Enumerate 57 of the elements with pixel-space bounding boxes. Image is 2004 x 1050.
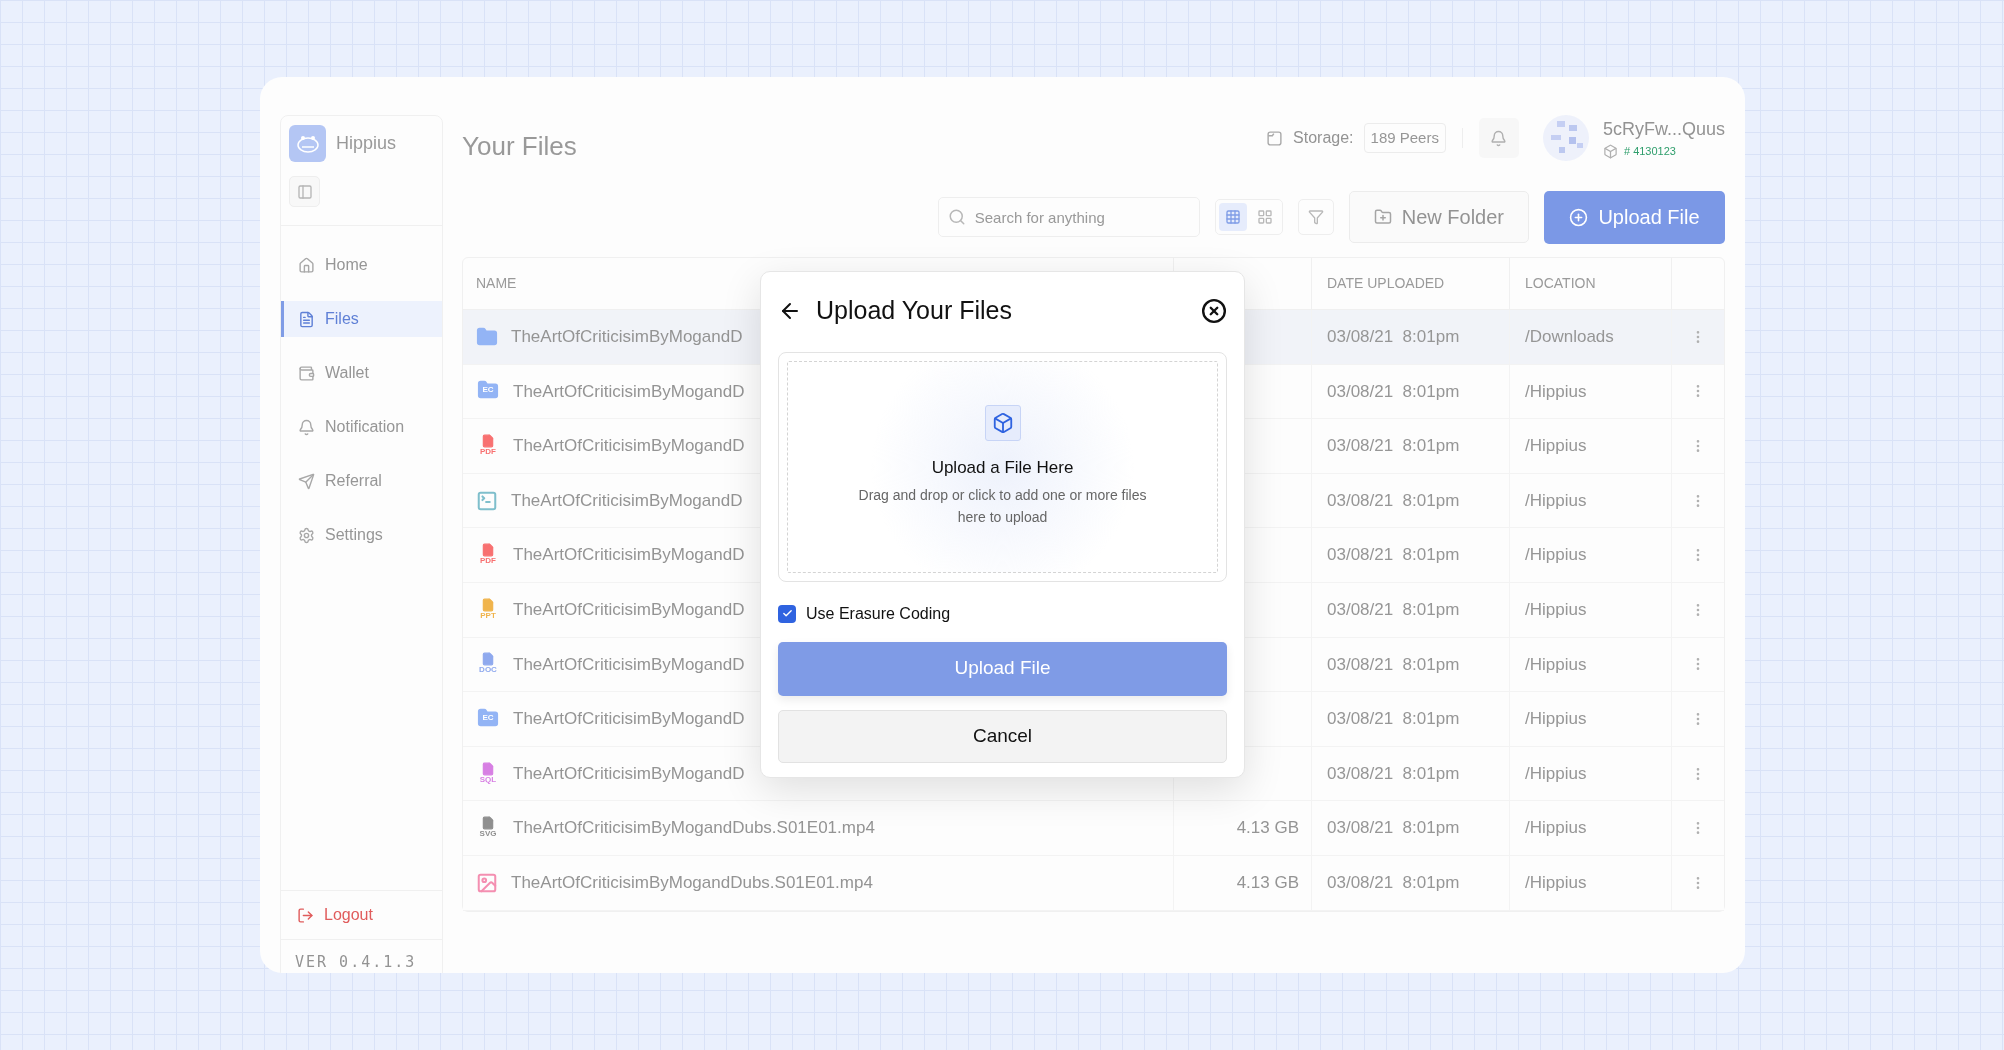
file-location: /Hippius: [1525, 599, 1587, 621]
file-location: /Hippius: [1525, 380, 1587, 403]
file-name: TheArtOfCriticisimByMogandDubs.S01E01.mp4: [513, 817, 875, 840]
file-location: /Hippius: [1525, 708, 1587, 731]
file-type-label: DOC: [479, 666, 497, 675]
brand-name: Hippius: [336, 132, 397, 155]
page-title: Your Files: [462, 130, 577, 163]
file-name: TheArtOfCriticisimByMogandD: [513, 380, 745, 403]
date-uploaded: 03/08/21 8:01pm: [1327, 326, 1460, 349]
file-name: TheArtOfCriticisimByMogandD: [513, 762, 745, 785]
file-size: 4.13 GB: [1236, 817, 1299, 840]
file-type-label: EC: [482, 386, 494, 395]
date-uploaded: 03/08/21 8:01pm: [1327, 544, 1460, 567]
file-name: TheArtOfCriticisimByMogandD: [513, 599, 745, 621]
file-location: /Hippius: [1525, 489, 1587, 512]
column-header: DATE UPLOADED: [1311, 258, 1509, 309]
file-name: TheArtOfCriticisimByMogandD: [513, 544, 745, 567]
file-type-label: PDF: [480, 557, 496, 566]
file-type-label: PDF: [480, 448, 496, 456]
file-type-label: PPT: [480, 611, 496, 620]
date-uploaded: 03/08/21 8:01pm: [1327, 653, 1460, 676]
version-label: VER 0.4.1.3: [295, 953, 417, 971]
drop-zone-hint: Drag and drop or click to add one or more files here to upload: [857, 486, 1148, 528]
file-location: /Hippius: [1525, 544, 1587, 567]
file-name: TheArtOfCriticisimByMogandDubs.S01E01.mp4: [511, 872, 873, 894]
date-uploaded: 03/08/21 8:01pm: [1327, 762, 1460, 785]
storage-label: Storage:: [1293, 128, 1354, 148]
file-name: TheArtOfCriticisimByMogandD: [511, 489, 743, 512]
checkbox-label: Use Erasure Coding: [806, 603, 951, 624]
storage-value: 189 Peers: [1363, 122, 1446, 154]
date-uploaded: 03/08/21 8:01pm: [1327, 817, 1460, 840]
file-size: 4.13 GB: [1236, 872, 1299, 894]
block-number: # 4130123: [1623, 144, 1676, 160]
account-id: 5cRyFw...Quus: [1602, 118, 1725, 142]
file-type-label: SVG: [479, 830, 497, 839]
file-type-label: SQL: [479, 775, 497, 784]
file-name: TheArtOfCriticisimByMogandD: [513, 435, 745, 458]
file-name: TheArtOfCriticisimByMogandD: [511, 326, 743, 349]
file-type-label: EC: [482, 713, 494, 722]
file-location: /Hippius: [1525, 653, 1587, 676]
column-header: LOCATION: [1509, 258, 1671, 309]
file-location: /Downloads: [1525, 326, 1614, 349]
column-header: NAME: [475, 274, 518, 293]
file-name: TheArtOfCriticisimByMogandD: [513, 708, 745, 731]
file-location: /Hippius: [1525, 762, 1587, 785]
drop-zone-title: Upload a File Here: [931, 456, 1074, 479]
file-location: /Hippius: [1525, 435, 1587, 458]
date-uploaded: 03/08/21 8:01pm: [1327, 489, 1460, 512]
dialog-title: Upload Your Files: [816, 295, 1012, 326]
date-uploaded: 03/08/21 8:01pm: [1327, 708, 1460, 731]
file-name: TheArtOfCriticisimByMogandD: [513, 653, 745, 676]
date-uploaded: 03/08/21 8:01pm: [1327, 599, 1460, 621]
date-uploaded: 03/08/21 8:01pm: [1327, 380, 1460, 403]
file-location: /Hippius: [1525, 817, 1587, 840]
date-uploaded: 03/08/21 8:01pm: [1327, 435, 1460, 458]
date-uploaded: 03/08/21 8:01pm: [1327, 872, 1460, 894]
file-location: /Hippius: [1525, 872, 1587, 894]
